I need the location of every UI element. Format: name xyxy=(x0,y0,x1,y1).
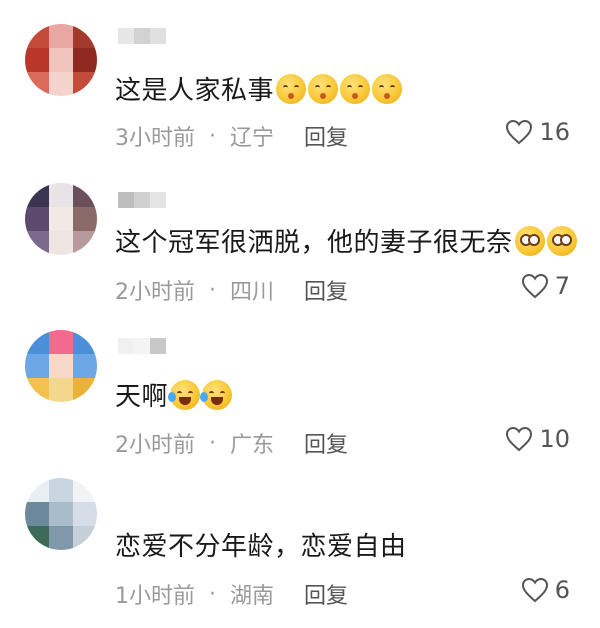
comment-location: 广东 xyxy=(230,433,275,458)
comment-text: 天啊 xyxy=(115,380,233,414)
like-button[interactable]: 7 xyxy=(521,272,570,300)
comment-location: 湖南 xyxy=(230,584,275,609)
reply-button[interactable]: 回复 xyxy=(304,578,348,610)
comment-time: 2小时前 xyxy=(115,280,195,305)
comment-text: 恋爱不分年龄，恋爱自由 xyxy=(115,530,407,564)
avatar[interactable] xyxy=(25,330,97,402)
comment-text-body: 恋爱不分年龄，恋爱自由 xyxy=(115,532,407,562)
like-button[interactable]: 6 xyxy=(521,576,570,604)
comment-text-body: 这是人家私事 xyxy=(115,76,275,106)
reply-button[interactable]: 回复 xyxy=(304,274,348,306)
like-count: 7 xyxy=(554,272,570,300)
pout-emoji-icon xyxy=(340,74,371,104)
heart-icon xyxy=(506,119,533,145)
like-count: 16 xyxy=(539,118,570,146)
avatar[interactable] xyxy=(25,24,97,96)
comment-text-body: 天啊 xyxy=(115,382,169,412)
laughing-tears-emoji-icon xyxy=(200,380,233,410)
heart-icon xyxy=(506,426,533,452)
reply-button[interactable]: 回复 xyxy=(304,427,348,459)
reply-button[interactable]: 回复 xyxy=(304,120,348,152)
heart-icon xyxy=(521,577,548,603)
pout-emoji-icon xyxy=(276,74,307,104)
meta-separator: · xyxy=(209,277,216,303)
comment-location: 四川 xyxy=(230,280,275,305)
comment-meta: 2小时前 · 四川 回复 xyxy=(115,274,348,306)
eye-roll-emoji-icon xyxy=(546,226,577,256)
username-blurred[interactable] xyxy=(118,192,166,208)
comment-time: 1小时前 xyxy=(115,584,195,609)
pout-emoji-icon xyxy=(372,74,403,104)
like-button[interactable]: 10 xyxy=(505,425,570,453)
meta-separator: · xyxy=(209,123,216,149)
like-count: 6 xyxy=(554,576,570,604)
username-blurred[interactable] xyxy=(118,28,166,44)
meta-separator: · xyxy=(209,430,216,456)
comment-meta: 1小时前 · 湖南 回复 xyxy=(115,578,348,610)
meta-separator: · xyxy=(209,581,216,607)
comment-meta: 2小时前 · 广东 回复 xyxy=(115,427,348,459)
heart-icon xyxy=(521,273,548,299)
avatar[interactable] xyxy=(25,478,97,550)
eye-roll-emoji-icon xyxy=(514,226,545,256)
comment-text: 这是人家私事 xyxy=(115,74,403,108)
comment-meta: 3小时前 · 辽宁 回复 xyxy=(115,120,348,152)
like-count: 10 xyxy=(539,425,570,453)
comment-text: 这个冠军很洒脱，他的妻子很无奈 xyxy=(115,226,577,260)
avatar[interactable] xyxy=(25,183,97,255)
comment-time: 2小时前 xyxy=(115,433,195,458)
comment-text-body: 这个冠军很洒脱，他的妻子很无奈 xyxy=(115,228,513,258)
laughing-tears-emoji-icon xyxy=(168,380,201,410)
pout-emoji-icon xyxy=(308,74,339,104)
comment-location: 辽宁 xyxy=(230,126,275,151)
like-button[interactable]: 16 xyxy=(505,118,570,146)
comment-time: 3小时前 xyxy=(115,126,195,151)
username-blurred[interactable] xyxy=(118,338,166,354)
